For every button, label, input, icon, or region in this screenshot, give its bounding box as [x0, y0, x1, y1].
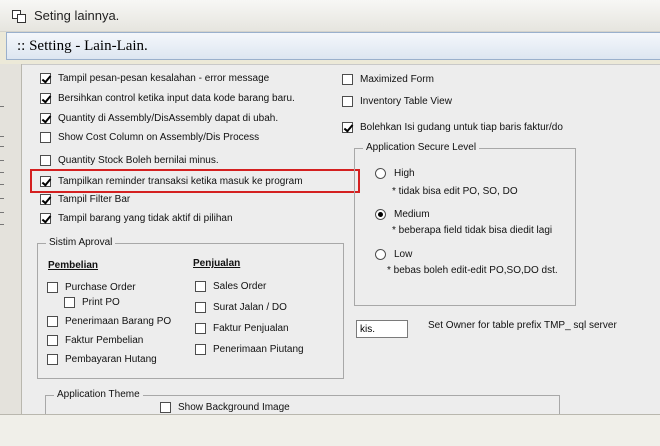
checkbox[interactable] — [47, 316, 58, 327]
approval-faktur-pembelian[interactable]: Faktur Pembelian — [47, 335, 143, 346]
secure-level-low[interactable]: Low — [375, 249, 412, 260]
approval-print-po[interactable]: Print PO — [64, 297, 120, 308]
approval-penerimaan-piutang[interactable]: Penerimaan Piutang — [195, 344, 304, 355]
option-label: Penerimaan Barang PO — [65, 316, 172, 327]
checkbox[interactable] — [40, 93, 51, 104]
highlight-box — [30, 169, 360, 193]
secure-level-note: * tidak bisa edit PO, SO, DO — [392, 186, 518, 197]
approval-pembelian-title: Pembelian — [48, 260, 99, 271]
group-legend: Sistim Aproval — [46, 237, 116, 248]
window-title: Seting lainnya. — [34, 8, 120, 23]
approval-purchase-order[interactable]: Purchase Order — [47, 282, 136, 293]
window-app-icon — [12, 9, 28, 23]
page-title: :: Setting - Lain-Lain. — [17, 37, 148, 54]
option-warehouse-per-line[interactable]: Bolehkan Isi gudang untuk tiap baris fak… — [342, 122, 563, 133]
option-label: Show Background Image — [178, 402, 290, 413]
approval-penjualan-title: Penjualan — [193, 258, 241, 269]
option-inventory-table-view[interactable]: Inventory Table View — [342, 96, 452, 107]
checkbox[interactable] — [342, 122, 353, 133]
checkbox[interactable] — [195, 323, 206, 334]
radio-label: Medium — [394, 209, 430, 220]
checkbox[interactable] — [342, 96, 353, 107]
option-label: Bersihkan control ketika input data kode… — [58, 93, 295, 104]
option-negative-stock[interactable]: Quantity Stock Boleh bernilai minus. — [40, 155, 219, 166]
option-show-cost-column[interactable]: Show Cost Column on Assembly/Dis Process — [40, 132, 259, 143]
radio-label: High — [394, 168, 415, 179]
radio-button[interactable] — [375, 249, 386, 260]
checkbox[interactable] — [40, 213, 51, 224]
option-label: Tampil barang yang tidak aktif di piliha… — [58, 213, 233, 224]
option-label: Penerimaan Piutang — [213, 344, 304, 355]
checkbox[interactable] — [47, 335, 58, 346]
checkbox[interactable] — [195, 344, 206, 355]
checkbox[interactable] — [40, 155, 51, 166]
radio-button[interactable] — [375, 209, 386, 220]
option-label: Show Cost Column on Assembly/Dis Process — [58, 132, 260, 143]
approval-surat-jalan[interactable]: Surat Jalan / DO — [195, 302, 287, 313]
checkbox[interactable] — [40, 194, 51, 205]
checkbox[interactable] — [342, 74, 353, 85]
approval-sales-order[interactable]: Sales Order — [195, 281, 266, 292]
option-label: Faktur Penjualan — [213, 323, 289, 334]
option-label: Tampil pesan-pesan kesalahan - error mes… — [58, 73, 270, 84]
secure-level-medium[interactable]: Medium — [375, 209, 430, 220]
checkbox[interactable] — [47, 354, 58, 365]
checkbox[interactable] — [40, 113, 51, 124]
owner-prefix-input[interactable] — [356, 320, 408, 338]
checkbox[interactable] — [40, 132, 51, 143]
option-label: Tampil Filter Bar — [58, 194, 131, 205]
radio-label: Low — [394, 249, 413, 260]
option-assembly-quantity[interactable]: Quantity di Assembly/DisAssembly dapat d… — [40, 113, 278, 124]
option-label: Print PO — [82, 297, 120, 308]
option-label: Maximized Form — [360, 74, 434, 85]
option-filter-bar[interactable]: Tampil Filter Bar — [40, 194, 130, 205]
radio-button[interactable] — [375, 168, 386, 179]
option-maximized-form[interactable]: Maximized Form — [342, 74, 434, 85]
approval-faktur-penjualan[interactable]: Faktur Penjualan — [195, 323, 289, 334]
owner-prefix-label: Set Owner for table prefix TMP_ sql serv… — [428, 320, 617, 331]
secure-level-high[interactable]: High — [375, 168, 415, 179]
option-clear-controls[interactable]: Bersihkan control ketika input data kode… — [40, 93, 295, 104]
option-error-message[interactable]: Tampil pesan-pesan kesalahan - error mes… — [40, 73, 269, 84]
option-label: Bolehkan Isi gudang untuk tiap baris fak… — [360, 122, 563, 133]
option-label: Sales Order — [213, 281, 267, 292]
checkbox[interactable] — [40, 73, 51, 84]
checkbox[interactable] — [160, 402, 171, 413]
option-label: Purchase Order — [65, 282, 136, 293]
secure-level-note: * beberapa field tidak bisa diedit lagi — [392, 225, 553, 236]
settings-window: Seting lainnya. :: Setting - Lain-Lain. … — [0, 0, 660, 446]
option-label: Quantity di Assembly/DisAssembly dapat d… — [58, 113, 279, 124]
option-show-background[interactable]: Show Background Image — [160, 402, 290, 413]
secure-level-note: * bebas boleh edit-edit PO,SO,DO dst. — [387, 265, 558, 276]
page-header: :: Setting - Lain-Lain. — [6, 32, 660, 60]
checkbox[interactable] — [195, 302, 206, 313]
group-legend: Application Theme — [54, 389, 143, 400]
checkbox[interactable] — [64, 297, 75, 308]
option-inactive-items[interactable]: Tampil barang yang tidak aktif di piliha… — [40, 213, 233, 224]
left-panel-edge — [0, 64, 22, 414]
checkbox[interactable] — [47, 282, 58, 293]
option-label: Inventory Table View — [360, 96, 452, 107]
title-bar[interactable]: Seting lainnya. — [0, 0, 660, 32]
bottom-bar — [0, 414, 660, 446]
option-label: Pembayaran Hutang — [65, 354, 157, 365]
approval-pembayaran-hutang[interactable]: Pembayaran Hutang — [47, 354, 157, 365]
option-label: Faktur Pembelian — [65, 335, 144, 346]
group-legend: Application Secure Level — [363, 142, 480, 153]
option-label: Surat Jalan / DO — [213, 302, 287, 313]
checkbox[interactable] — [195, 281, 206, 292]
option-label: Quantity Stock Boleh bernilai minus. — [58, 155, 219, 166]
approval-penerimaan-barang[interactable]: Penerimaan Barang PO — [47, 316, 171, 327]
